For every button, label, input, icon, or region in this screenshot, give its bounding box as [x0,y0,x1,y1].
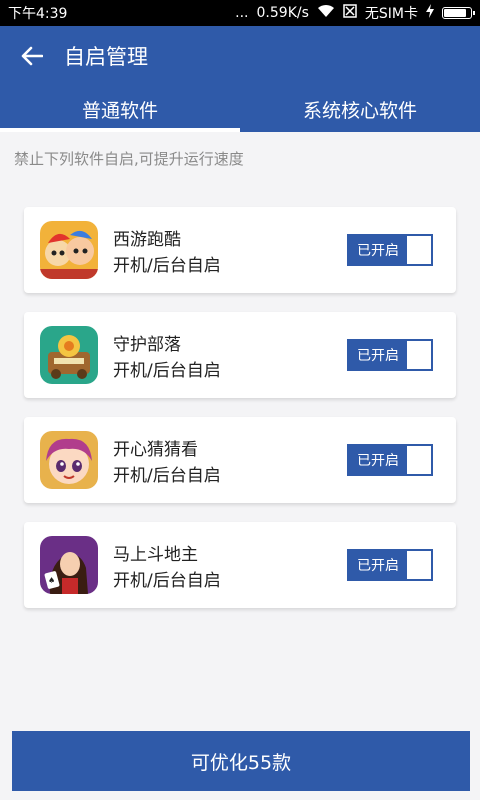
page-title: 自启管理 [64,45,148,69]
app-subtitle: 开机/后台自启 [113,466,221,486]
battery-icon [442,7,475,19]
optimize-button[interactable]: 可优化55款 [12,731,470,791]
tab-bar: 普通软件 系统核心软件 [0,86,480,132]
shouhu-buluo-icon [40,326,98,384]
app-item-xiyou-paoku: 西游跑酷 开机/后台自启 已开启 [24,207,456,293]
toggle-label: 已开启 [349,341,407,369]
sim-status: 无SIM卡 [364,6,418,22]
autostart-toggle[interactable]: 已开启 [347,549,433,581]
toggle-label: 已开启 [349,446,407,474]
tab-label: 系统核心软件 [302,99,417,122]
toggle-label: 已开启 [349,236,407,264]
status-indicators: ... 0.59K/s 无SIM卡 [235,3,475,23]
arrow-left-icon [21,46,43,66]
hint-text: 禁止下列软件自启,可提升运行速度 [14,150,244,168]
status-bar: 下午4:39 ... 0.59K/s 无SIM卡 [0,0,480,26]
app-name: 马上斗地主 [113,545,198,565]
status-time: 下午4:39 [8,6,68,22]
back-button[interactable] [0,26,64,86]
app-subtitle: 开机/后台自启 [113,571,221,591]
mashang-doudizhu-icon: ♠ [40,536,98,594]
app-name: 开心猜猜看 [113,440,198,460]
xiyou-paoku-icon [40,221,98,279]
app-name: 守护部落 [113,335,181,355]
app-item-shouhu-buluo: 守护部落 开机/后台自启 已开启 [24,312,456,398]
app-name: 西游跑酷 [113,230,181,250]
status-dots: ... [235,5,249,21]
autostart-toggle[interactable]: 已开启 [347,444,433,476]
toggle-label: 已开启 [349,551,407,579]
app-item-kaixin-caicaikan: 开心猜猜看 开机/后台自启 已开启 [24,417,456,503]
optimize-button-label: 可优化55款 [190,751,292,774]
app-item-mashang-doudizhu: ♠ 马上斗地主 开机/后台自启 已开启 [24,522,456,608]
tab-system-apps[interactable]: 系统核心软件 [240,86,480,132]
network-speed: 0.59K/s [256,5,309,21]
wifi-icon [317,4,335,22]
kaixin-caicaikan-icon [40,431,98,489]
svg-text:♠: ♠ [48,576,55,585]
app-bar: 自启管理 [0,26,480,86]
charging-icon [426,4,434,22]
toggle-knob [407,341,431,369]
autostart-toggle[interactable]: 已开启 [347,339,433,371]
toggle-knob [407,446,431,474]
app-subtitle: 开机/后台自启 [113,256,221,276]
no-sim-icon [343,4,357,22]
tab-label: 普通软件 [81,99,158,122]
toggle-knob [407,236,431,264]
autostart-toggle[interactable]: 已开启 [347,234,433,266]
toggle-knob [407,551,431,579]
app-subtitle: 开机/后台自启 [113,361,221,381]
tab-normal-apps[interactable]: 普通软件 [0,86,240,132]
